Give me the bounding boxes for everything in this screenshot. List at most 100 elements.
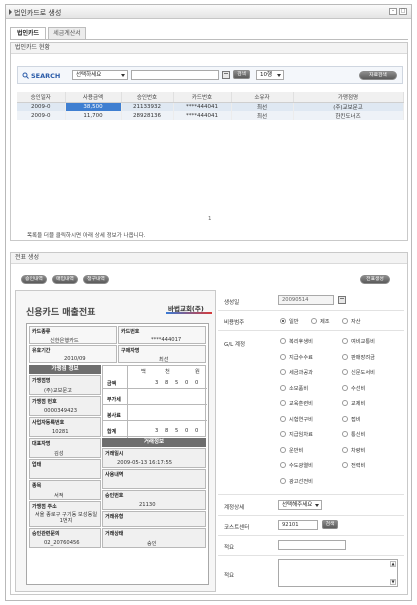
type-manufacture-radio[interactable] [311,318,317,324]
divider [218,494,404,495]
card-no-value: ****444017 [151,337,182,343]
gl-account-label: 시험연구비 [289,416,313,423]
gl-account-radio[interactable] [280,415,286,422]
gl-account-radio[interactable] [280,338,286,344]
total-digit: 3 [155,428,159,434]
gl-account-label: 복리후생비 [289,339,313,345]
type-general-radio[interactable] [280,318,286,324]
receipt-title: 신용카드 매출전표 [26,308,96,318]
gl-account-radio[interactable] [280,462,286,468]
cost-center-search-button[interactable]: 검색 [322,520,338,529]
reset-search-button[interactable]: 자료검색 [359,71,397,80]
search-button[interactable]: 검색 [233,70,250,79]
gl-account-radio[interactable] [342,446,348,453]
merchant-no-label: 가맹점 번호 [32,399,57,405]
chevron-down-icon [277,74,281,77]
calendar-icon[interactable] [222,71,230,79]
total-digit: 5 [175,428,179,434]
gl-account-radio[interactable] [280,400,286,406]
type-asset-radio[interactable] [342,318,348,324]
create-slip-button[interactable]: 전표생성 [360,275,390,284]
collapse-arrow-icon[interactable] [9,9,12,15]
gl-account-radio[interactable] [280,353,286,360]
trx-header: 거래정보 [102,438,206,447]
gl-account-radio[interactable] [342,462,348,468]
gl-account-list: 복리후생비 여비교통비 지급수수료 판매장려금 세금과공과 신문도서비 소모품비 수선비 교육훈… [280,338,400,498]
amount-digit: 5 [175,380,179,386]
col-card-no[interactable]: 카드번호 [173,92,232,103]
amount-col-hundred: 백 [141,369,146,375]
amount-digit: 0 [195,380,199,386]
gl-account-radio[interactable] [342,338,348,344]
scroll-up-icon[interactable]: ▲ [390,561,396,567]
col-owner[interactable]: 소유자 [231,92,294,103]
divider [218,310,404,311]
pager[interactable]: 1 [208,216,212,222]
gl-account-radio[interactable] [280,369,286,375]
trx-date-label: 거래일시 [105,451,124,457]
col-approval-date[interactable]: 승인일자 [17,92,66,103]
type-manufacture-label: 제조 [320,319,330,325]
biz-no-value: 10281 [52,429,69,435]
tab-tax-invoice[interactable]: 세금계산서 [48,27,86,39]
chevron-down-icon [315,504,319,507]
gl-account-label: 세금과공과 [289,370,313,376]
minimize-icon[interactable]: – [389,8,397,15]
date-label: 생성일 [224,300,240,306]
gl-account-radio[interactable] [342,384,348,391]
card-no-label: 카드번호 [121,329,140,335]
gl-account-radio[interactable] [280,384,286,391]
calendar-icon[interactable] [338,296,346,304]
gl-account-label: 차량비 [351,447,366,454]
col-approval-no[interactable]: 승인번호 [121,92,174,103]
date-input[interactable]: 20090514 [278,295,334,305]
gl-account-label: 광고선전비 [289,478,313,485]
use-cell: 사용내역 [102,469,206,489]
select-value: 선택해주세요 [282,502,313,508]
receipt-body: 카드종류 신한은행카드 카드번호 ****444017 유효기간 2010/09… [26,323,209,585]
search-input[interactable] [131,70,219,80]
biz-type-label: 업태 [32,462,42,468]
gl-account-radio[interactable] [342,353,348,360]
col-merchant[interactable]: 가맹점명 [293,92,404,103]
gl-account-radio[interactable] [342,431,348,437]
card-company-label: 카드종류 [32,329,51,335]
table-cell: 최선 [231,102,294,111]
gl-account-radio[interactable] [280,431,286,437]
table-cell: 28928136 [121,111,174,120]
table-cell: 최선 [231,111,294,120]
gl-account-radio[interactable] [342,369,348,375]
restore-icon[interactable]: □ [399,8,407,15]
gl-account-radio[interactable] [342,415,348,422]
table-row[interactable]: 2009-0 11,700 28928136 ****444041 최선 한킨도… [17,111,404,120]
amount-grid: 금액 부가세 봉사료 합계 백 천 원 3 8 5 0 0 3 8 5 0 0 [102,365,207,438]
gl-account-label: 수도광열비 [289,463,313,469]
select-value: 10행 [260,72,273,78]
gl-account-radio[interactable] [280,446,286,453]
page-size-select[interactable]: 10행 [256,70,284,80]
total-label: 합계 [107,429,117,435]
cost-center-input[interactable]: 92101 [278,520,318,530]
divider [218,515,404,516]
billing-history-button[interactable]: 청구내역 [83,275,109,284]
summary-input[interactable] [278,540,346,550]
memo-textarea[interactable]: ▲ ▼ [278,559,398,587]
gl-account-label: 수선비 [351,385,366,392]
gl-account-radio[interactable] [342,400,348,406]
scroll-down-icon[interactable]: ▼ [390,579,396,585]
type-asset-label: 자산 [351,319,361,325]
use-label: 사용내역 [105,472,124,478]
purchase-history-button[interactable]: 매입내역 [52,275,78,284]
table-cell: 2009-0 [17,102,66,111]
window-title: 법인카드로 생성 [14,9,62,17]
table-row[interactable]: 2009-0 38,500 21133932 ****444041 최선 (주)… [17,102,404,111]
search-field-select[interactable]: 선택하세요 [72,70,128,80]
address-cell: 가맹점 주소 서울 종로구 구기동 보성동일 1번지 [29,501,101,527]
chevron-down-icon [121,74,125,77]
col-amount[interactable]: 사용금액 [65,92,122,103]
divider [103,404,207,405]
approval-history-button[interactable]: 승인내역 [21,275,47,284]
account-detail-select[interactable]: 선택해주세요 [278,500,322,510]
gl-account-radio[interactable] [280,477,286,484]
biz-type-cell: 업태 [29,459,101,479]
